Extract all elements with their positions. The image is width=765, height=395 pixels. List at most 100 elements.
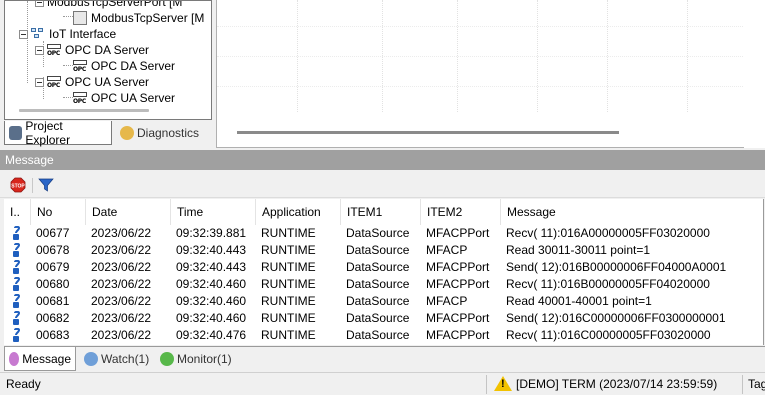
- table-row[interactable]: 00679 2023/06/22 09:32:40.443 RUNTIME DataSo…: [4, 259, 760, 276]
- tab-label: Monitor(1): [177, 352, 232, 366]
- tree-item-label: OPC UA Server: [91, 91, 176, 105]
- left-panel-tabs: Project Explorer Diagnostics: [4, 118, 212, 147]
- cell-app: RUNTIME: [261, 260, 316, 274]
- column-header-item2[interactable]: ITEM2: [420, 199, 500, 225]
- cell-date: 2023/06/22: [91, 260, 152, 274]
- tree-horizontal-scrollbar[interactable]: [19, 109, 149, 112]
- collapse-icon[interactable]: [35, 77, 44, 87]
- project-tree[interactable]: ModbusTcpServerPort [M ModbusTcpServer […: [4, 0, 212, 120]
- tree-item-opc-ua-server[interactable]: OPC OPC UA Server: [73, 90, 175, 106]
- tree-item-opc-da-folder[interactable]: OPC OPC DA Server: [35, 42, 149, 58]
- cell-date: 2023/06/22: [91, 311, 152, 325]
- cell-no: 00680: [36, 277, 70, 291]
- cell-item1: DataSource: [346, 277, 410, 291]
- cell-date: 2023/06/22: [91, 226, 152, 240]
- cell-item1: DataSource: [346, 294, 410, 308]
- table-row[interactable]: 00677 2023/06/22 09:32:39.881 RUNTIME DataSo…: [4, 225, 760, 242]
- table-row[interactable]: 00678 2023/06/22 09:32:40.443 RUNTIME DataSo…: [4, 242, 760, 259]
- cell-item1: DataSource: [346, 260, 410, 274]
- tree-item-iot-interface[interactable]: IoT Interface: [19, 26, 116, 42]
- tab-project-explorer[interactable]: Project Explorer: [4, 118, 112, 147]
- monitor-icon: [160, 352, 174, 366]
- cell-app: RUNTIME: [261, 243, 316, 257]
- tab-diagnostics[interactable]: Diagnostics: [116, 121, 210, 145]
- tree-item-modbus-server[interactable]: ModbusTcpServer [M: [73, 10, 204, 26]
- status-ready: Ready: [6, 377, 41, 391]
- license-status: [DEMO] TERM (2023/07/14 23:59:59): [494, 376, 717, 391]
- cell-item2: MFACP: [426, 243, 468, 257]
- svg-text:STOP: STOP: [11, 184, 25, 190]
- cell-msg: Send( 12):016C00000006FF0300000001: [506, 311, 726, 325]
- table-row[interactable]: 00682 2023/06/22 09:32:40.460 RUNTIME DataSo…: [4, 310, 760, 327]
- column-header-time[interactable]: Time: [170, 199, 255, 225]
- cell-app: RUNTIME: [261, 294, 316, 308]
- tree-item-opc-da-server[interactable]: OPC OPC DA Server: [73, 58, 175, 74]
- tree-item-label: ModbusTcpServer [M: [91, 11, 205, 25]
- cell-item1: DataSource: [346, 328, 410, 342]
- collapse-icon[interactable]: [35, 1, 44, 7]
- cell-no: 00677: [36, 226, 70, 240]
- project-explorer-icon: [9, 125, 23, 140]
- cell-app: RUNTIME: [261, 226, 316, 240]
- warning-icon: [494, 376, 512, 391]
- info-icon: [13, 226, 21, 240]
- filter-icon[interactable]: [38, 177, 54, 193]
- stop-icon[interactable]: STOP: [10, 177, 26, 193]
- cell-no: 00678: [36, 243, 70, 257]
- cell-app: RUNTIME: [261, 311, 316, 325]
- cell-item2: MFACPPort: [426, 277, 490, 291]
- message-icon: [9, 351, 20, 366]
- tab-label: Diagnostics: [137, 126, 200, 140]
- info-icon: [13, 260, 21, 274]
- tab-watch[interactable]: Watch(1): [80, 347, 156, 371]
- tree-item-label: OPC DA Server: [65, 43, 150, 57]
- status-tag: Tag: [748, 377, 765, 391]
- column-header-date[interactable]: Date: [85, 199, 170, 225]
- cell-no: 00681: [36, 294, 70, 308]
- design-canvas[interactable]: [216, 0, 765, 148]
- cell-time: 09:32:40.443: [176, 260, 247, 274]
- cell-app: RUNTIME: [261, 277, 316, 291]
- cell-item2: MFACPPort: [426, 260, 490, 274]
- cell-no: 00679: [36, 260, 70, 274]
- tree-item-label: OPC UA Server: [65, 75, 150, 89]
- canvas-vertical-scrollbar[interactable]: [744, 0, 765, 148]
- cell-item2: MFACPPort: [426, 226, 490, 240]
- tree-item-opc-ua-folder[interactable]: OPC OPC UA Server: [35, 74, 149, 90]
- message-table[interactable]: I.. No Date Time Application ITEM1 ITEM2…: [4, 199, 764, 345]
- collapse-icon[interactable]: [35, 45, 44, 55]
- cell-time: 09:32:40.460: [176, 311, 247, 325]
- message-panel-title: Message: [0, 150, 765, 170]
- cell-msg: Send( 12):016B00000006FF04000A0001: [506, 260, 727, 274]
- tree-item-label: IoT Interface: [49, 27, 117, 41]
- cell-time: 09:32:40.460: [176, 277, 247, 291]
- cell-date: 2023/06/22: [91, 243, 152, 257]
- column-header-item1[interactable]: ITEM1: [340, 199, 420, 225]
- application-window: ModbusTcpServerPort [M ModbusTcpServer […: [0, 0, 765, 395]
- cell-item1: DataSource: [346, 226, 410, 240]
- collapse-icon[interactable]: [19, 29, 28, 39]
- tab-label: Message: [22, 351, 71, 366]
- tree-item-label: ModbusTcpServerPort [M: [47, 0, 183, 9]
- watch-icon: [84, 352, 98, 366]
- column-header-application[interactable]: Application: [255, 199, 340, 225]
- cell-item1: DataSource: [346, 243, 410, 257]
- cell-time: 09:32:39.881: [176, 226, 247, 240]
- column-header-message[interactable]: Message: [500, 199, 758, 225]
- column-header-icon[interactable]: I..: [4, 199, 26, 225]
- cell-app: RUNTIME: [261, 328, 316, 342]
- tab-label: Watch(1): [101, 352, 150, 366]
- cell-msg: Recv( 11):016B00000005FF04020000: [506, 277, 710, 291]
- tab-label: Project Explorer: [25, 118, 71, 147]
- cell-date: 2023/06/22: [91, 328, 152, 342]
- tree-item-modbus-port[interactable]: ModbusTcpServerPort [M: [35, 0, 183, 10]
- cell-item2: MFACPPort: [426, 311, 490, 325]
- cell-item1: DataSource: [346, 311, 410, 325]
- tab-monitor[interactable]: Monitor(1): [156, 347, 240, 371]
- table-row[interactable]: 00680 2023/06/22 09:32:40.460 RUNTIME DataSo…: [4, 276, 760, 293]
- column-header-no[interactable]: No: [30, 199, 85, 225]
- table-row[interactable]: 00681 2023/06/22 09:32:40.460 RUNTIME DataSo…: [4, 293, 760, 310]
- tab-message[interactable]: Message: [4, 347, 76, 371]
- table-row[interactable]: 00683 2023/06/22 09:32:40.476 RUNTIME DataSo…: [4, 327, 760, 344]
- canvas-horizontal-scrollbar[interactable]: [237, 131, 619, 134]
